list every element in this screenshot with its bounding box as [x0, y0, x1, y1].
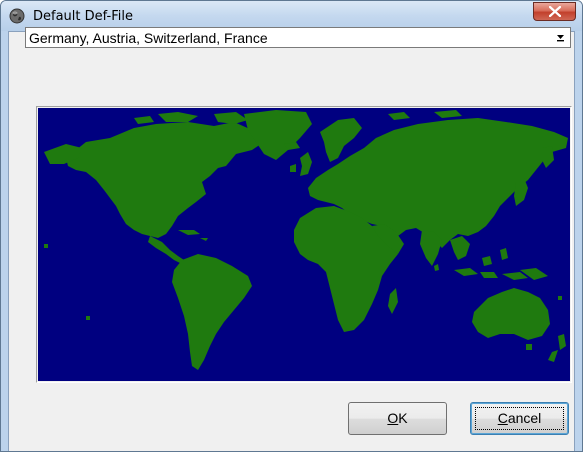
region-select-value: Germany, Austria, Switzerland, France [29, 30, 268, 46]
dropdown-arrow-icon[interactable] [552, 29, 569, 46]
tasmania [526, 344, 532, 350]
central-america [148, 236, 184, 264]
land-masses [44, 110, 568, 370]
greenland [244, 110, 312, 160]
world-map-graphic [44, 110, 568, 370]
globe-icon [9, 8, 25, 24]
south-america [172, 254, 252, 370]
caribbean [178, 230, 208, 241]
kamchatka [542, 146, 554, 168]
russian-arctic-islands [388, 110, 462, 120]
ok-accel-letter: O [387, 410, 399, 426]
close-icon [549, 6, 561, 17]
ok-button[interactable]: OK [348, 402, 447, 435]
dialog-window: Default Def-File Germany, Austria, Switz… [0, 0, 583, 452]
british-isles [290, 152, 312, 176]
cancel-button[interactable]: Cancel [470, 402, 569, 435]
new-zealand [548, 334, 566, 362]
southeast-asia [450, 236, 470, 260]
window-title: Default Def-File [33, 9, 133, 24]
japan [514, 178, 528, 206]
region-select[interactable]: Germany, Austria, Switzerland, France [25, 27, 571, 48]
map-frame [36, 106, 572, 383]
focus-rectangle [475, 407, 564, 430]
madagascar [388, 288, 398, 314]
ok-label-rest: K [398, 410, 408, 426]
arctic-islands [134, 112, 248, 124]
australia [472, 288, 550, 340]
world-map[interactable] [38, 108, 570, 381]
close-button[interactable] [533, 2, 576, 21]
sri-lanka [434, 264, 439, 271]
north-america [66, 122, 264, 238]
